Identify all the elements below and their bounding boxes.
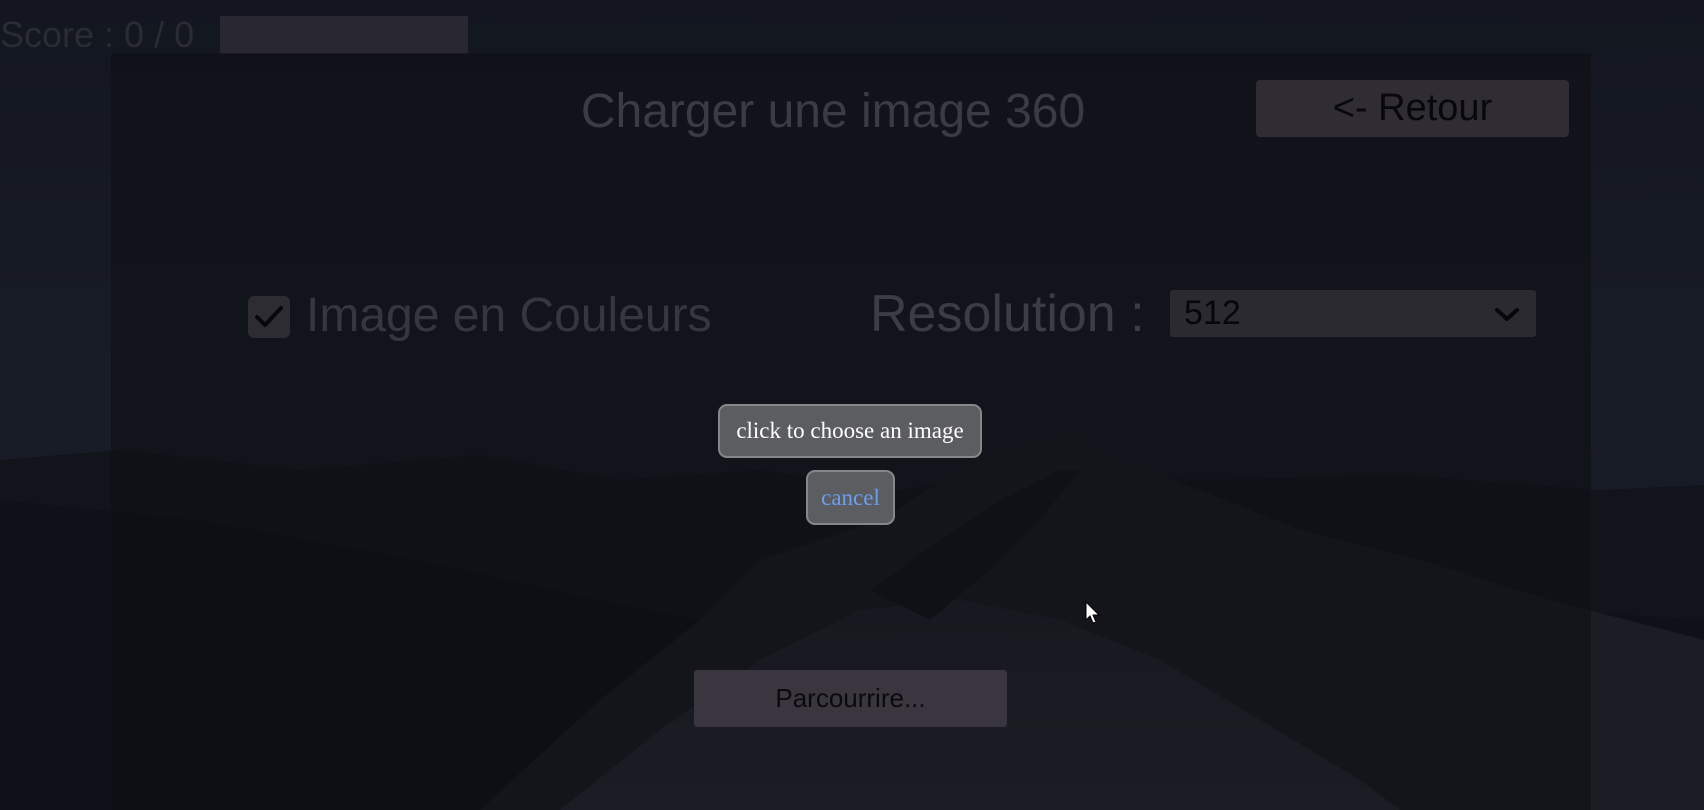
resolution-label: Resolution : [870, 285, 1145, 343]
color-image-checkbox[interactable] [248, 296, 290, 338]
choose-image-button[interactable]: click to choose an image [718, 404, 982, 458]
checkmark-icon [255, 306, 283, 327]
color-image-label: Image en Couleurs [306, 289, 712, 342]
resolution-dropdown[interactable]: 512 [1170, 290, 1536, 337]
resolution-value: 512 [1184, 294, 1241, 332]
browse-button[interactable]: Parcourrire... [694, 670, 1007, 727]
score-text: Score : 0 / 0 [0, 14, 195, 55]
dialog-title: Charger une image 360 [580, 85, 1086, 138]
cancel-button[interactable]: cancel [806, 470, 895, 525]
back-button[interactable]: <- Retour [1256, 80, 1569, 137]
chevron-down-icon [1495, 308, 1519, 321]
mouse-cursor-icon [1085, 601, 1101, 624]
score-bar [220, 16, 468, 54]
